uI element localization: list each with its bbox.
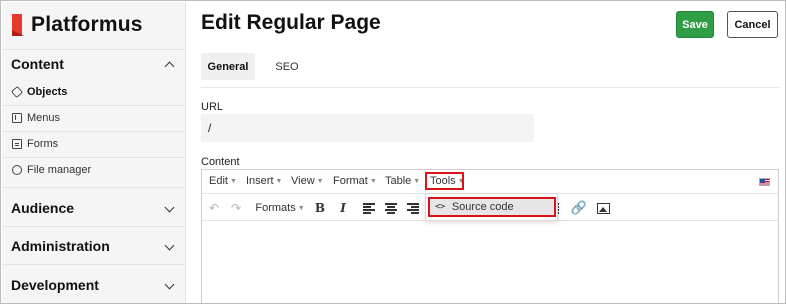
sidebar-item-label: Objects [27, 86, 68, 98]
sidebar-item-file-manager[interactable]: File manager [2, 158, 186, 182]
caret-down-icon: ▼ [229, 178, 237, 185]
sidebar-item-objects[interactable]: Objects [2, 80, 186, 104]
bold-icon[interactable]: B [312, 199, 328, 217]
italic-icon[interactable]: I [335, 199, 351, 217]
caret-down-icon: ▼ [275, 178, 283, 185]
save-button[interactable]: Save [676, 11, 714, 38]
section-development[interactable]: Development [2, 271, 186, 299]
app-window: Platformus Content Objects Menus Forms F… [0, 0, 786, 304]
file-icon [12, 165, 22, 175]
align-left-icon[interactable] [361, 199, 377, 217]
editor-menubar: Edit ▼ Insert ▼ View ▼ Format ▼ Table ▼ Tools… [202, 170, 778, 194]
tab-general[interactable]: General [201, 53, 255, 80]
section-content[interactable]: Content [2, 50, 186, 78]
menu-item-label: Source code [451, 201, 514, 213]
brand-logo[interactable]: Platformus [12, 12, 143, 38]
link-icon[interactable]: 🔗 [570, 199, 588, 217]
brand-name: Platformus [31, 13, 143, 36]
caret-down-icon: ▼ [316, 178, 324, 185]
sidebar-item-label: File manager [27, 164, 92, 176]
url-input[interactable]: / [201, 114, 534, 142]
menu-icon [12, 113, 22, 123]
cancel-button[interactable]: Cancel [727, 11, 778, 38]
formats-dropdown[interactable]: Formats ▼ [254, 199, 306, 217]
code-icon: <> [435, 202, 445, 212]
sidebar-item-menus[interactable]: Menus [2, 106, 186, 130]
us-flag-icon[interactable] [759, 178, 770, 186]
caret-down-icon: ▼ [369, 178, 377, 185]
section-title: Content [11, 56, 64, 72]
divider [2, 187, 186, 188]
section-administration[interactable]: Administration [2, 232, 186, 260]
chevron-down-icon [165, 242, 174, 251]
menu-edit[interactable]: Edit ▼ [209, 175, 237, 187]
caret-down-icon: ▼ [297, 204, 305, 212]
chevron-down-icon [165, 281, 174, 290]
tab-seo[interactable]: SEO [267, 53, 307, 80]
section-title: Administration [11, 238, 110, 254]
sidebar-item-label: Forms [27, 138, 59, 150]
redo-icon[interactable]: ↷ [229, 199, 243, 217]
form-icon [12, 139, 22, 149]
image-icon[interactable] [594, 199, 612, 217]
page-title: Edit Regular Page [201, 11, 381, 34]
rich-text-editor: Edit ▼ Insert ▼ View ▼ Format ▼ Table ▼ Tools… [201, 169, 779, 303]
source-code-menu-item[interactable]: <> Source code [428, 197, 556, 217]
caret-down-icon: ▼ [413, 178, 421, 185]
divider [2, 226, 186, 227]
menu-table[interactable]: Table ▼ [385, 175, 420, 187]
align-right-icon[interactable] [405, 199, 421, 217]
content-label: Content [201, 156, 240, 168]
section-title: Audience [11, 200, 75, 216]
sidebar-item-forms[interactable]: Forms [2, 132, 186, 156]
undo-icon[interactable]: ↶ [207, 199, 221, 217]
chevron-down-icon [165, 204, 174, 213]
tag-icon [11, 86, 23, 98]
chevron-up-icon [165, 60, 174, 69]
url-label: URL [201, 101, 224, 113]
section-title: Development [11, 277, 99, 293]
menu-insert[interactable]: Insert ▼ [246, 175, 282, 187]
platformus-logo-icon [12, 14, 24, 36]
tools-highlight-box [425, 172, 464, 190]
sidebar-item-label: Menus [27, 112, 61, 124]
menu-view[interactable]: View ▼ [291, 175, 324, 187]
tools-dropdown-menu: <> Source code [425, 193, 558, 221]
section-audience[interactable]: Audience [2, 194, 186, 222]
menu-format[interactable]: Format ▼ [333, 175, 377, 187]
align-center-icon[interactable] [383, 199, 399, 217]
divider [201, 87, 779, 88]
divider [2, 264, 186, 265]
sidebar: Platformus Content Objects Menus Forms F… [2, 2, 186, 303]
